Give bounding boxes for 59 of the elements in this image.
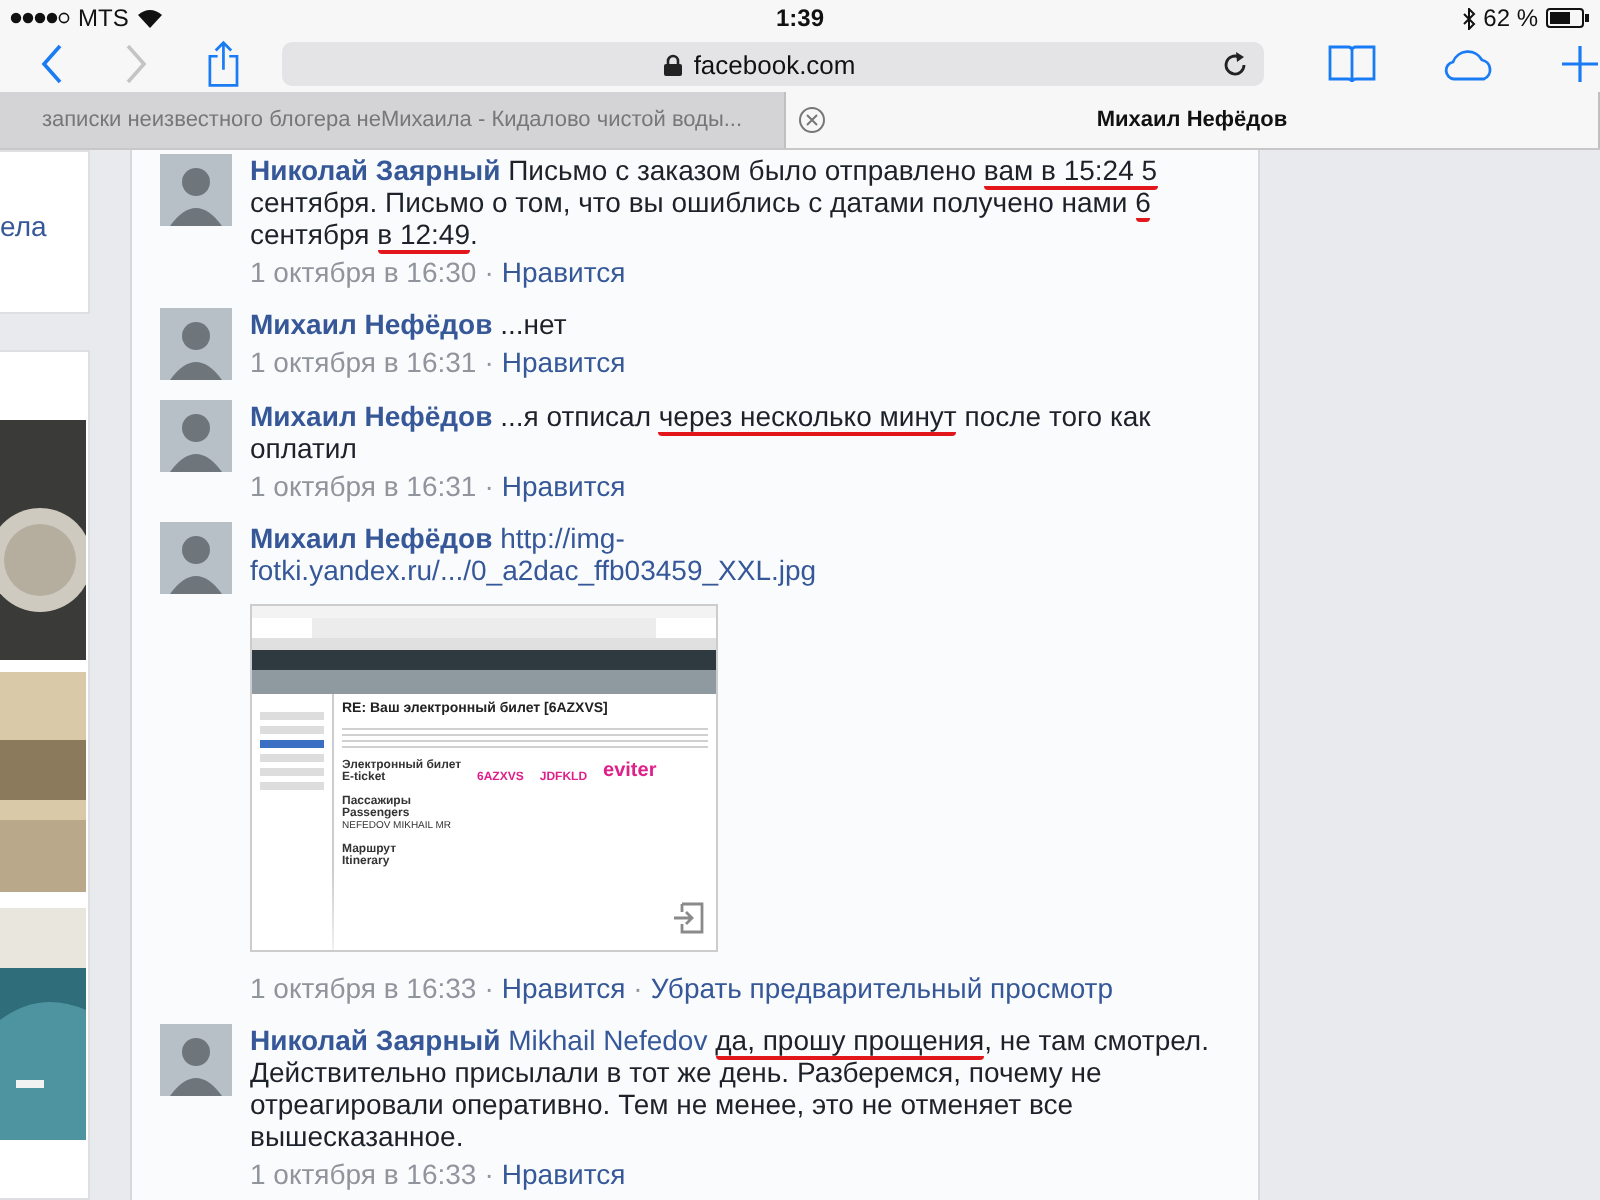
cloud-icon[interactable] bbox=[1440, 46, 1497, 82]
comment-action-link[interactable]: Нравится bbox=[501, 256, 626, 288]
sidebar-item bbox=[260, 712, 324, 720]
signal-icon bbox=[10, 10, 70, 26]
comment-time: 1 октября в 16:33 bbox=[250, 972, 477, 1004]
reload-icon[interactable] bbox=[1222, 51, 1249, 77]
separator-dot: · bbox=[484, 972, 494, 1004]
url-text: facebook.com bbox=[693, 49, 856, 79]
lock-icon bbox=[663, 53, 682, 75]
comment-text: Михаил Нефёдов ...нет bbox=[250, 308, 569, 340]
comment-text: Михаил Нефёдов http://img-fotki.yandex.ru/.../0_a2dac_ffb03459_XXL.jpg bbox=[250, 522, 819, 586]
tab-title: записки неизвестного блогера неМихаила - Кидалово чистой воды... bbox=[41, 108, 743, 132]
comment-action-link[interactable]: Нравится bbox=[501, 972, 626, 1004]
avatar bbox=[160, 1024, 232, 1096]
comment-action-link[interactable]: Убрать предварительный просмотр bbox=[650, 972, 1113, 1004]
avatar bbox=[160, 154, 232, 226]
sidebar-item bbox=[260, 754, 324, 762]
separator-dot: · bbox=[484, 1158, 494, 1190]
close-icon[interactable] bbox=[798, 106, 826, 134]
author-link[interactable]: Михаил Нефёдов bbox=[250, 400, 493, 432]
bluetooth-icon bbox=[1461, 7, 1476, 29]
avatar bbox=[160, 308, 232, 380]
author-link[interactable]: Михаил Нефёдов bbox=[250, 308, 493, 340]
share-icon[interactable] bbox=[206, 40, 242, 88]
separator-dot: · bbox=[484, 256, 494, 288]
author-link[interactable]: Михаил Нефёдов bbox=[250, 522, 493, 554]
separator-dot: · bbox=[484, 470, 494, 502]
battery-icon bbox=[1546, 8, 1590, 28]
sidebar-text: ела bbox=[0, 210, 47, 242]
clock-time: 1:39 bbox=[773, 4, 827, 32]
carrier-name: MTS bbox=[78, 4, 129, 32]
separator-dot: · bbox=[633, 972, 643, 1004]
comment-time: 1 октября в 16:31 bbox=[250, 346, 477, 378]
comment-time: 1 октября в 16:33 bbox=[250, 1158, 477, 1190]
author-link[interactable]: Николай Заярный bbox=[250, 154, 501, 186]
plus-icon[interactable] bbox=[1560, 44, 1600, 84]
fullscreen-icon[interactable] bbox=[672, 902, 704, 934]
avatar bbox=[160, 522, 232, 594]
comment-text: Николай Заярный Mikhail Nefedov да, прошу прощения, не там смотрел. Действительно присылали в тот же день. Разберемся, почему не отреагировали оперативно. Тем не менее, это не отменяет все вышесказанное. bbox=[250, 1024, 1211, 1152]
separator-dot: · bbox=[484, 346, 494, 378]
comment-text: Николай Заярный Письмо с заказом было отправлено вам в 15:24 5 сентября. Письмо о том, что вы ошиблись с датами получено нами 6 сентября в 12:49. bbox=[250, 154, 1160, 250]
avatar bbox=[160, 400, 232, 472]
battery-percent: 62 % bbox=[1483, 4, 1538, 32]
book-icon[interactable] bbox=[1328, 44, 1377, 84]
address-bar[interactable]: facebook.com bbox=[281, 42, 1265, 86]
tab-title: Михаил Нефёдов bbox=[1096, 108, 1288, 132]
author-link[interactable]: Николай Заярный bbox=[250, 1024, 501, 1056]
comment-time: 1 октября в 16:31 bbox=[250, 470, 477, 502]
sidebar-item bbox=[260, 768, 324, 776]
comment-text: Михаил Нефёдов ...я отписал через несколько минут после того как оплатил bbox=[250, 400, 1153, 464]
sidebar-item bbox=[260, 726, 324, 734]
comment-time: 1 октября в 16:30 bbox=[250, 256, 477, 288]
sidebar-item bbox=[260, 740, 324, 748]
brand-logo: eviter bbox=[603, 760, 657, 782]
comment-action-link[interactable]: Нравится bbox=[501, 346, 626, 378]
sidebar-item bbox=[260, 782, 324, 790]
wifi-icon bbox=[136, 8, 165, 28]
comment-action-link[interactable]: Нравится bbox=[501, 470, 626, 502]
comment-action-link[interactable]: Нравится bbox=[501, 1158, 626, 1190]
